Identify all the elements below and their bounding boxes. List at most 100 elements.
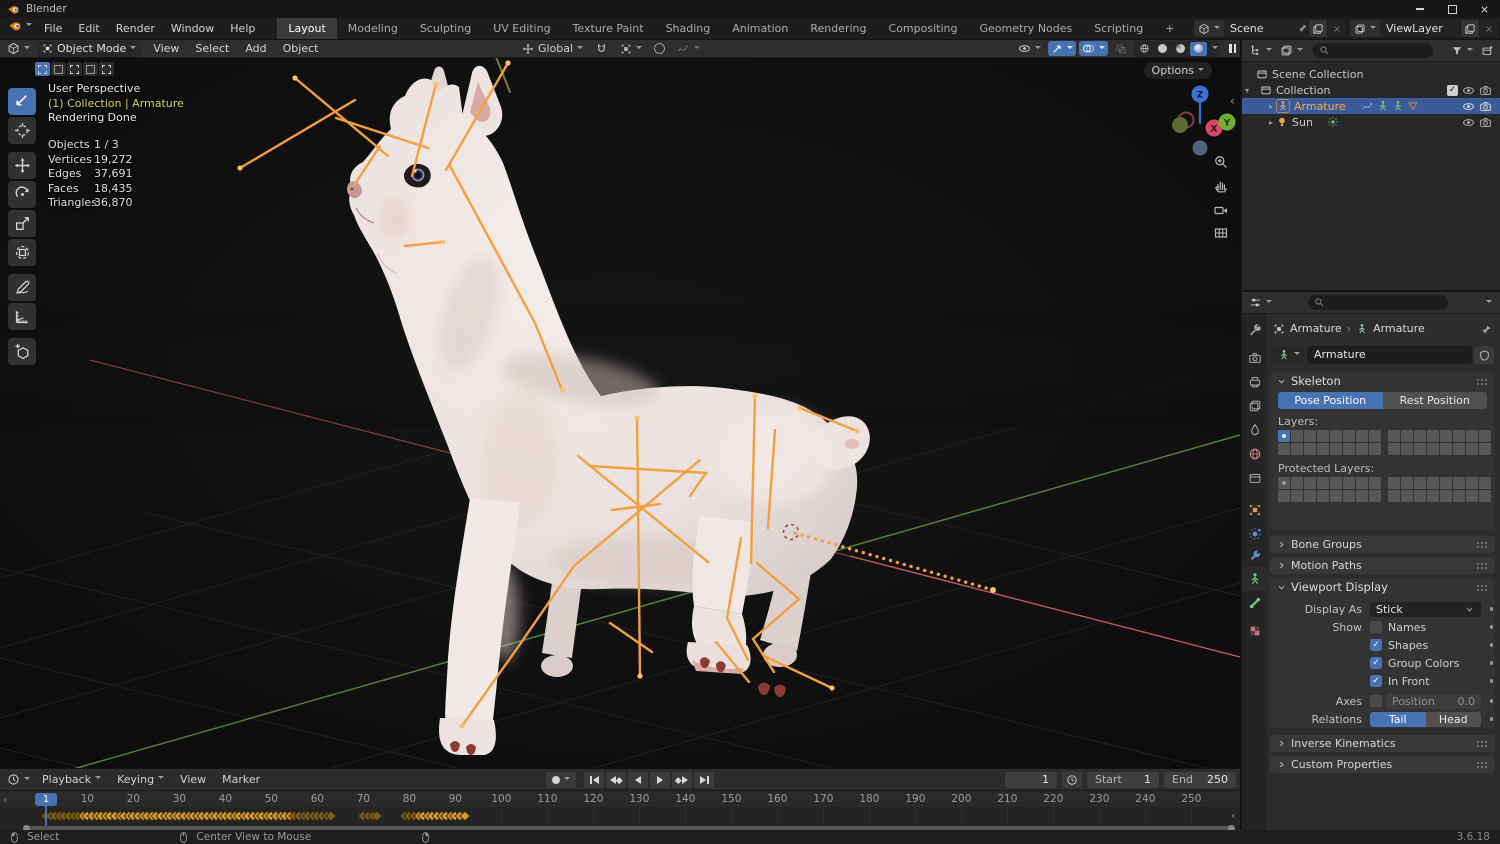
axis-neg-y-ball[interactable]: [1172, 117, 1188, 133]
layer-cell[interactable]: [1317, 490, 1329, 502]
properties-editor-type-button[interactable]: [1245, 295, 1276, 311]
menu-file[interactable]: File: [36, 18, 70, 39]
tab-world[interactable]: [1242, 442, 1267, 466]
layer-cell[interactable]: [1427, 490, 1439, 502]
select-mode-invert[interactable]: [83, 62, 98, 76]
workspace-tab-scripting[interactable]: Scripting: [1083, 18, 1154, 39]
layer-cell[interactable]: [1401, 477, 1413, 489]
timeline-collapse-arrow[interactable]: ‹: [1231, 809, 1235, 822]
previous-keyframe-button[interactable]: [606, 772, 626, 788]
layer-cell[interactable]: [1466, 477, 1478, 489]
outliner-row-armature[interactable]: ▸ Armature: [1242, 98, 1500, 114]
blender-menu-button[interactable]: [4, 18, 36, 34]
camera-view-button[interactable]: [1211, 200, 1231, 220]
tab-scene[interactable]: [1242, 418, 1267, 442]
viewport-menu-select[interactable]: Select: [187, 42, 237, 55]
shading-material-button[interactable]: [1172, 42, 1189, 56]
rest-position-button[interactable]: Rest Position: [1382, 392, 1487, 409]
tab-constraints[interactable]: [1242, 544, 1267, 568]
pan-view-button[interactable]: [1211, 176, 1231, 196]
add-workspace-button[interactable]: +: [1154, 18, 1185, 39]
layer-cell[interactable]: [1291, 490, 1303, 502]
layer-cell[interactable]: [1453, 490, 1465, 502]
hide-eye-icon[interactable]: [1462, 84, 1475, 97]
layer-cell[interactable]: [1453, 443, 1465, 455]
menu-edit[interactable]: Edit: [70, 18, 107, 39]
select-mode-new[interactable]: [35, 62, 50, 76]
tab-output[interactable]: [1242, 370, 1267, 394]
panel-grip[interactable]: [1476, 740, 1489, 747]
timeline-menu-view[interactable]: View: [172, 769, 214, 790]
layer-cell[interactable]: [1369, 490, 1381, 502]
layer-cell[interactable]: [1440, 490, 1452, 502]
axes-position-slider[interactable]: Position 0.0: [1386, 693, 1481, 709]
breadcrumb-data[interactable]: Armature: [1373, 322, 1425, 335]
hide-eye-icon[interactable]: [1462, 100, 1475, 113]
tool-cursor[interactable]: [8, 117, 36, 144]
layer-cell[interactable]: [1401, 490, 1413, 502]
close-button[interactable]: [1468, 0, 1500, 18]
tab-object[interactable]: [1242, 498, 1267, 522]
zoom-view-button[interactable]: [1211, 152, 1231, 172]
group-colors-checkbox[interactable]: [1370, 657, 1382, 669]
navigation-gizmo[interactable]: Z X Y: [1162, 84, 1238, 160]
layer-cell[interactable]: [1291, 430, 1303, 442]
layer-cell[interactable]: [1330, 490, 1342, 502]
workspace-tab-uv-editing[interactable]: UV Editing: [482, 18, 561, 39]
layer-cell[interactable]: [1453, 477, 1465, 489]
armature-label[interactable]: Armature: [1294, 100, 1346, 113]
select-mode-extend[interactable]: [51, 62, 66, 76]
layer-cell[interactable]: [1304, 443, 1316, 455]
jump-to-start-button[interactable]: [584, 772, 604, 788]
layer-cell[interactable]: [1401, 430, 1413, 442]
playhead-line[interactable]: [45, 803, 47, 827]
shading-wireframe-button[interactable]: [1136, 42, 1153, 56]
tab-object-data[interactable]: [1242, 567, 1267, 591]
layer-cell[interactable]: [1440, 443, 1452, 455]
new-collection-button[interactable]: [1477, 43, 1498, 59]
layer-cell[interactable]: [1427, 443, 1439, 455]
scene-browse-button[interactable]: [1194, 20, 1224, 37]
tool-add-cube[interactable]: [8, 338, 36, 365]
shading-dropdown[interactable]: [1212, 45, 1218, 52]
menu-help[interactable]: Help: [222, 18, 263, 39]
pin-icon[interactable]: [1480, 324, 1492, 336]
layer-cell[interactable]: [1356, 430, 1368, 442]
layer-cell[interactable]: [1466, 443, 1478, 455]
motion-paths-panel[interactable]: Motion Paths: [1270, 557, 1495, 574]
layer-cell[interactable]: [1330, 477, 1342, 489]
scene-collection-label[interactable]: Scene Collection: [1272, 68, 1363, 81]
outliner-display-mode-button[interactable]: [1276, 43, 1307, 59]
layer-cell[interactable]: [1343, 430, 1355, 442]
next-keyframe-button[interactable]: [672, 772, 692, 788]
editor-divider-vertical[interactable]: [1240, 40, 1242, 830]
workspace-tab-geometry-nodes[interactable]: Geometry Nodes: [968, 18, 1083, 39]
view-layer-browse-button[interactable]: [1350, 20, 1380, 37]
select-mode-intersect[interactable]: [99, 62, 114, 76]
tool-scale[interactable]: [8, 210, 36, 237]
data-name-field[interactable]: Armature: [1307, 346, 1472, 364]
layer-cell[interactable]: [1356, 490, 1368, 502]
disable-render-camera-icon[interactable]: [1479, 84, 1492, 97]
mode-dropdown[interactable]: Object Mode: [37, 40, 142, 57]
layer-cell[interactable]: [1453, 430, 1465, 442]
panel-grip[interactable]: [1476, 377, 1489, 385]
hide-eye-icon[interactable]: [1462, 116, 1475, 129]
layer-cell[interactable]: [1388, 477, 1400, 489]
minimize-button[interactable]: [1404, 0, 1436, 18]
skeleton-panel-header[interactable]: Skeleton: [1270, 372, 1495, 390]
pause-render-button[interactable]: [1229, 44, 1236, 53]
view-layer-selector[interactable]: ViewLayer: [1350, 20, 1498, 37]
layer-cell[interactable]: [1401, 443, 1413, 455]
sun-expand-arrow[interactable]: ▸: [1266, 118, 1276, 127]
tool-annotate[interactable]: [8, 274, 36, 301]
viewport-menu-view[interactable]: View: [145, 42, 187, 55]
jump-to-end-button[interactable]: [694, 772, 714, 788]
viewport-3d[interactable]: Object Mode View Select Add Object Global: [0, 40, 1240, 768]
outliner-search-input[interactable]: [1313, 43, 1433, 58]
layer-cell[interactable]: [1427, 477, 1439, 489]
outliner-row-collection[interactable]: ▾ Collection ✓: [1242, 82, 1500, 98]
layer-cell[interactable]: [1369, 430, 1381, 442]
tool-select-box[interactable]: [8, 88, 36, 115]
axes-checkbox[interactable]: [1370, 695, 1382, 707]
